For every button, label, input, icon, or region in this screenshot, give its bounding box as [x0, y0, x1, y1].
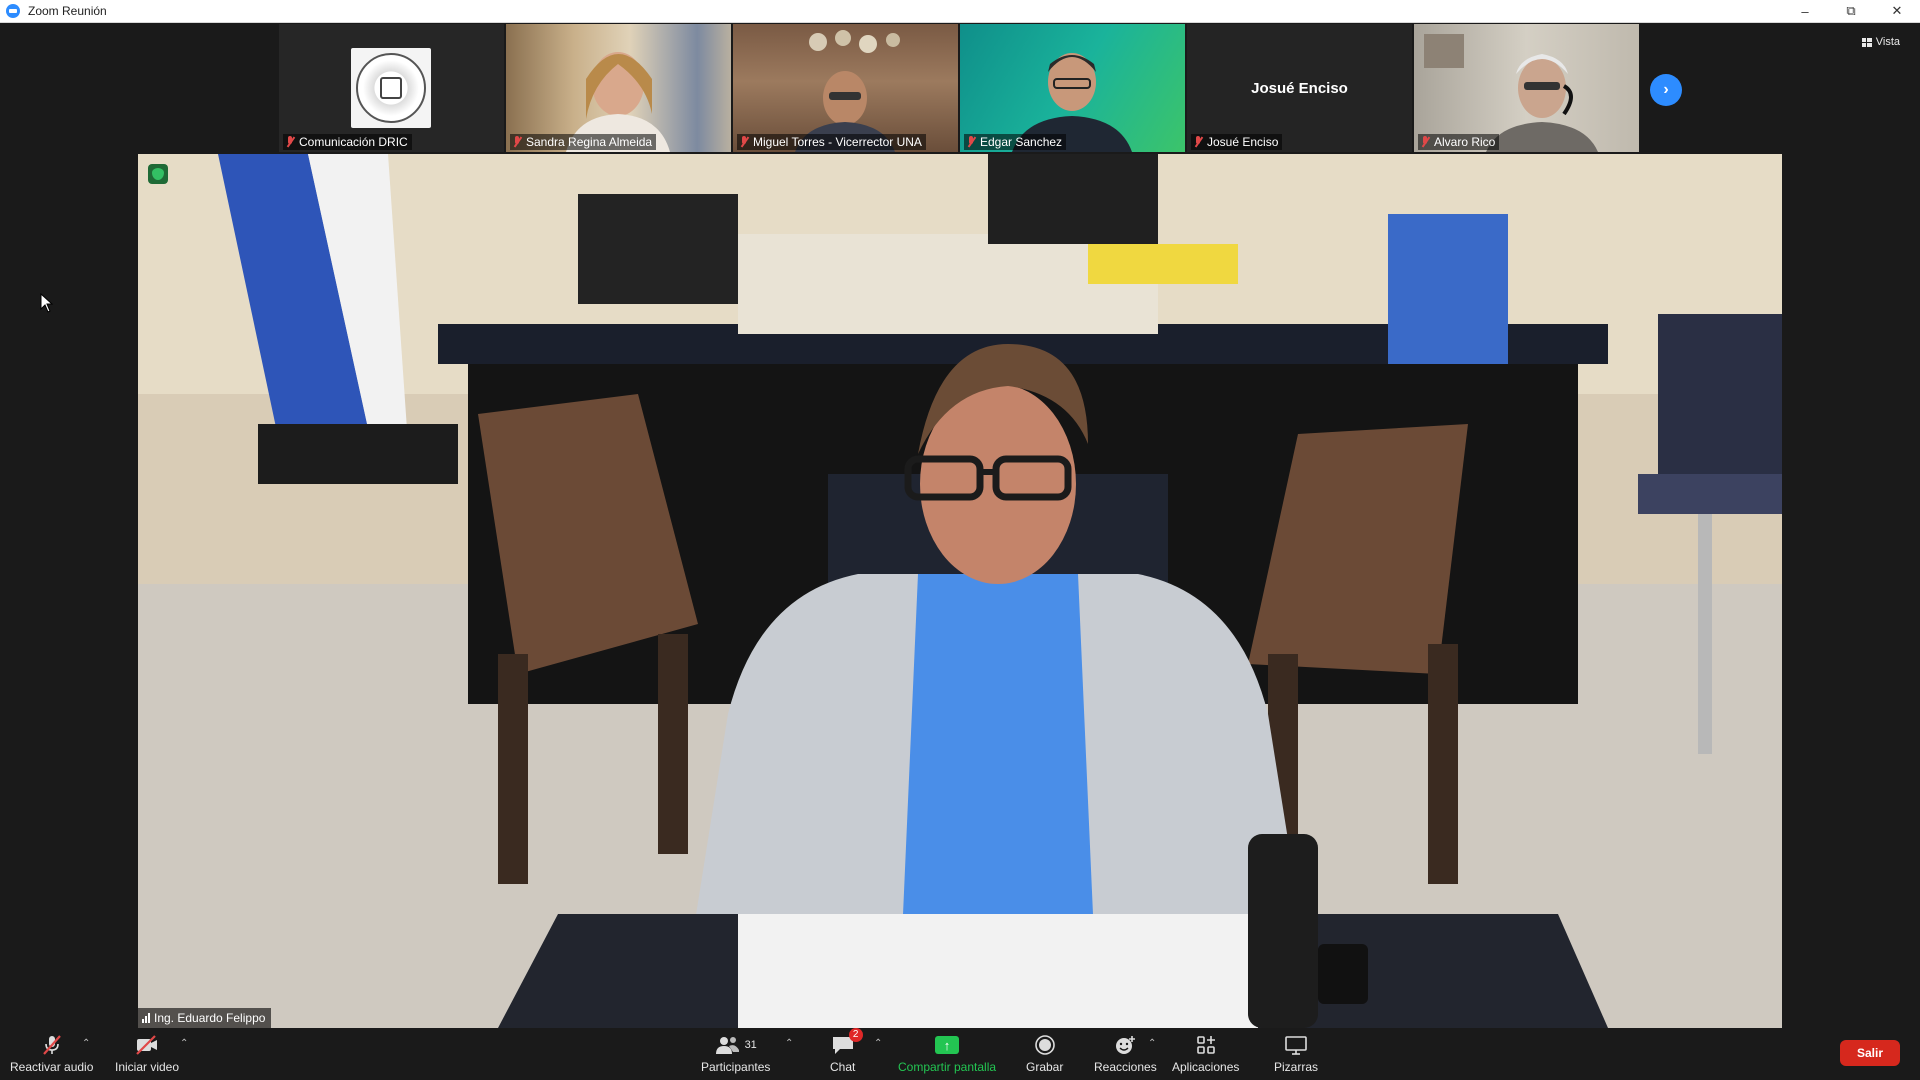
participant-tile[interactable]: Comunicación DRIC [279, 24, 504, 152]
mic-muted-icon [42, 1035, 61, 1055]
participant-name: Comunicación DRIC [299, 135, 408, 149]
apps-label: Aplicaciones [1172, 1060, 1240, 1074]
mouse-cursor-icon [40, 293, 54, 313]
mic-muted-icon [739, 136, 749, 148]
participant-name-tag: Josué Enciso [1191, 134, 1283, 150]
chat-button[interactable]: 2 Chat [830, 1028, 863, 1074]
participant-tile[interactable]: Alvaro Rico [1414, 24, 1639, 152]
window-title: Zoom Reunión [28, 4, 107, 18]
share-screen-icon: ↑ [935, 1036, 960, 1054]
speaker-name: Ing. Eduardo Felippo [154, 1011, 266, 1025]
participant-tile[interactable]: Sandra Regina Almeida [506, 24, 731, 152]
participant-name-tag: Sandra Regina Almeida [510, 134, 657, 150]
participant-name-tag: Edgar Sanchez [964, 134, 1067, 150]
unmute-label: Reactivar audio [10, 1060, 94, 1074]
participant-tile[interactable]: Edgar Sanchez [960, 24, 1185, 152]
speaker-name-tag: Ing. Eduardo Felippo [138, 1008, 272, 1028]
participants-count: 31 [744, 1039, 757, 1051]
record-icon [1034, 1035, 1055, 1055]
mic-muted-icon [1193, 136, 1203, 148]
whiteboard-icon [1285, 1036, 1307, 1055]
participant-video-frame [566, 52, 670, 152]
signal-strength-icon [142, 1013, 150, 1023]
share-screen-label: Compartir pantalla [898, 1060, 997, 1074]
zoom-logo-icon [6, 4, 20, 18]
grid-view-icon [1861, 37, 1872, 47]
window-controls: – ⧉ ✕ [1782, 0, 1920, 22]
view-label: Vista [1875, 36, 1900, 48]
mic-muted-icon [966, 136, 976, 148]
audio-options-caret-icon[interactable]: ⌃ [82, 1038, 90, 1049]
apps-button[interactable]: Aplicaciones [1172, 1032, 1239, 1074]
mic-muted-icon [285, 136, 295, 148]
share-screen-button[interactable]: ↑ Compartir pantalla [898, 1032, 996, 1074]
participant-video-frame [795, 30, 900, 152]
participant-name-tag: Alvaro Rico [1418, 134, 1500, 150]
start-video-button[interactable]: Iniciar video [115, 1032, 179, 1074]
participant-name: Sandra Regina Almeida [526, 135, 653, 149]
video-options-caret-icon[interactable]: ⌃ [180, 1038, 188, 1049]
window-titlebar: Zoom Reunión – ⧉ ✕ [0, 0, 1920, 23]
encryption-shield-icon[interactable] [148, 164, 168, 184]
apps-icon [1196, 1036, 1215, 1054]
participant-display-name: Josué Enciso [1251, 79, 1348, 97]
speaker-video-frame [138, 154, 1782, 1028]
video-off-icon [136, 1035, 158, 1055]
minimize-icon[interactable]: – [1782, 0, 1828, 22]
mic-muted-icon [512, 136, 522, 148]
leave-button[interactable]: Salir [1840, 1040, 1900, 1066]
participant-video-frame [1424, 34, 1598, 152]
participant-video-frame [1012, 53, 1132, 152]
participants-options-caret-icon[interactable]: ⌃ [785, 1038, 793, 1049]
university-seal-image [351, 48, 431, 128]
next-page-chevron-icon[interactable]: › [1650, 74, 1682, 106]
participant-name: Miguel Torres - Vicerrector UNA [753, 135, 922, 149]
participant-name-tag: Comunicación DRIC [283, 134, 412, 150]
participant-thumbnail-strip: Comunicación DRIC Sandra Regina Almeida … [279, 24, 1639, 152]
whiteboards-label: Pizarras [1274, 1060, 1319, 1074]
chat-unread-badge: 2 [848, 1028, 863, 1042]
unmute-button[interactable]: Reactivar audio [10, 1032, 93, 1074]
chat-options-caret-icon[interactable]: ⌃ [874, 1038, 882, 1049]
participants-label: Participantes [701, 1060, 771, 1074]
mic-muted-icon [1420, 136, 1430, 148]
reactions-options-caret-icon[interactable]: ⌃ [1148, 1038, 1156, 1049]
restore-icon[interactable]: ⧉ [1828, 0, 1874, 22]
start-video-label: Iniciar video [115, 1060, 180, 1074]
chat-label: Chat [830, 1060, 856, 1074]
meeting-toolbar: Reactivar audio ⌃ Iniciar video ⌃ 31 Par… [0, 1028, 1920, 1080]
close-icon[interactable]: ✕ [1874, 0, 1920, 22]
active-speaker-video: Ing. Eduardo Felippo [138, 154, 1782, 1028]
whiteboards-button[interactable]: Pizarras [1274, 1032, 1318, 1074]
reactions-icon [1116, 1036, 1136, 1054]
participant-name: Edgar Sanchez [980, 135, 1063, 149]
reactions-label: Reacciones [1094, 1060, 1157, 1074]
participant-name: Josué Enciso [1207, 135, 1279, 149]
participant-tile[interactable]: Josué Enciso Josué Enciso [1187, 24, 1412, 152]
view-button[interactable]: Vista [1861, 36, 1900, 48]
record-label: Grabar [1026, 1060, 1064, 1074]
participants-icon [715, 1037, 739, 1054]
participant-tile[interactable]: Miguel Torres - Vicerrector UNA [733, 24, 958, 152]
participant-name-tag: Miguel Torres - Vicerrector UNA [737, 134, 926, 150]
record-button[interactable]: Grabar [1026, 1032, 1063, 1074]
participants-button[interactable]: 31 Participantes [701, 1032, 770, 1074]
participant-name: Alvaro Rico [1434, 135, 1496, 149]
